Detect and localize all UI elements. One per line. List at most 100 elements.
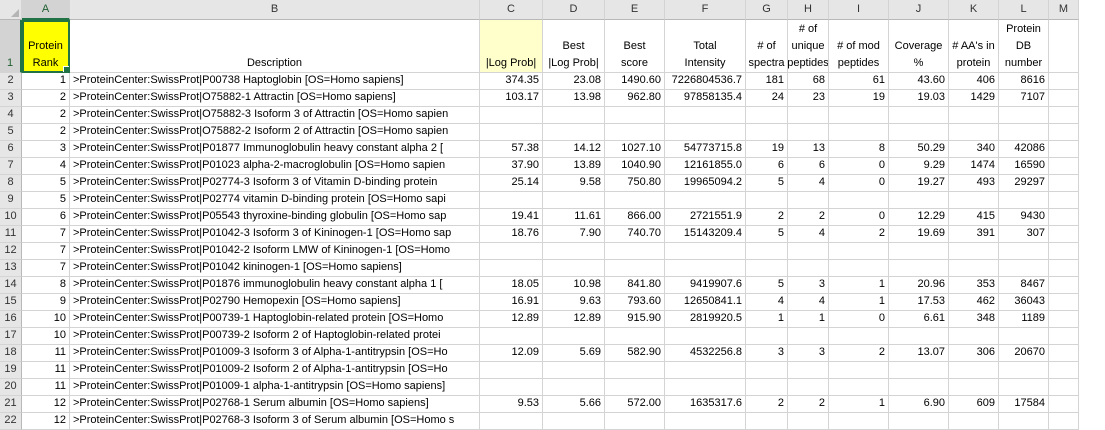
data-cell-i[interactable]: 61	[829, 73, 889, 90]
column-header-h[interactable]: H	[788, 0, 829, 20]
protein-rank-cell[interactable]: 5	[22, 192, 70, 209]
header-cell-l[interactable]: Protein DB number	[999, 20, 1049, 73]
data-cell-i[interactable]	[829, 107, 889, 124]
data-cell-c[interactable]	[480, 192, 543, 209]
row-header[interactable]: 19	[0, 362, 22, 379]
data-cell-l[interactable]	[999, 107, 1049, 124]
empty-cell-m[interactable]	[1049, 141, 1079, 158]
column-header-a[interactable]: A	[22, 0, 70, 20]
data-cell-k[interactable]	[949, 243, 999, 260]
data-cell-j[interactable]	[889, 192, 949, 209]
row-header[interactable]: 17	[0, 328, 22, 345]
column-header-b[interactable]: B	[70, 0, 480, 20]
data-cell-g[interactable]: 24	[746, 90, 788, 107]
data-cell-c[interactable]: 25.14	[480, 175, 543, 192]
data-cell-l[interactable]	[999, 260, 1049, 277]
data-cell-j[interactable]: 19.69	[889, 226, 949, 243]
protein-rank-cell[interactable]: 12	[22, 413, 70, 430]
data-cell-e[interactable]	[605, 362, 665, 379]
data-cell-g[interactable]: 181	[746, 73, 788, 90]
data-cell-l[interactable]	[999, 124, 1049, 141]
data-cell-h[interactable]	[788, 362, 829, 379]
data-cell-h[interactable]: 2	[788, 396, 829, 413]
data-cell-d[interactable]: 9.58	[543, 175, 605, 192]
data-cell-f[interactable]	[665, 107, 746, 124]
data-cell-c[interactable]: 12.09	[480, 345, 543, 362]
data-cell-d[interactable]	[543, 260, 605, 277]
data-cell-c[interactable]	[480, 243, 543, 260]
data-cell-j[interactable]: 43.60	[889, 73, 949, 90]
data-cell-c[interactable]: 37.90	[480, 158, 543, 175]
data-cell-i[interactable]	[829, 413, 889, 430]
data-cell-h[interactable]	[788, 124, 829, 141]
row-header[interactable]: 22	[0, 413, 22, 430]
data-cell-c[interactable]	[480, 379, 543, 396]
empty-cell-m[interactable]	[1049, 294, 1079, 311]
data-cell-i[interactable]: 1	[829, 277, 889, 294]
data-cell-h[interactable]	[788, 192, 829, 209]
empty-cell-m[interactable]	[1049, 158, 1079, 175]
column-header-f[interactable]: F	[665, 0, 746, 20]
data-cell-l[interactable]	[999, 243, 1049, 260]
data-cell-h[interactable]	[788, 328, 829, 345]
data-cell-l[interactable]: 17584	[999, 396, 1049, 413]
data-cell-g[interactable]: 4	[746, 294, 788, 311]
row-header[interactable]: 10	[0, 209, 22, 226]
data-cell-c[interactable]	[480, 328, 543, 345]
data-cell-k[interactable]	[949, 362, 999, 379]
data-cell-e[interactable]	[605, 260, 665, 277]
data-cell-k[interactable]	[949, 379, 999, 396]
empty-cell-m[interactable]	[1049, 379, 1079, 396]
data-cell-d[interactable]: 7.90	[543, 226, 605, 243]
column-header-c[interactable]: C	[480, 0, 543, 20]
data-cell-d[interactable]	[543, 328, 605, 345]
row-header-1[interactable]: 1	[0, 20, 22, 73]
data-cell-e[interactable]: 866.00	[605, 209, 665, 226]
protein-rank-cell[interactable]: 2	[22, 90, 70, 107]
header-cell-c[interactable]: |Log Prob|	[480, 20, 543, 73]
data-cell-h[interactable]	[788, 107, 829, 124]
data-cell-g[interactable]: 5	[746, 175, 788, 192]
empty-cell-m[interactable]	[1049, 226, 1079, 243]
description-cell[interactable]: >ProteinCenter:SwissProt|P02790 Hemopexi…	[70, 294, 480, 311]
data-cell-e[interactable]	[605, 328, 665, 345]
empty-cell-m[interactable]	[1049, 328, 1079, 345]
data-cell-l[interactable]: 8467	[999, 277, 1049, 294]
header-cell-h[interactable]: # of unique peptides	[788, 20, 829, 73]
data-cell-e[interactable]	[605, 413, 665, 430]
data-cell-h[interactable]: 23	[788, 90, 829, 107]
data-cell-c[interactable]: 18.05	[480, 277, 543, 294]
data-cell-l[interactable]	[999, 192, 1049, 209]
data-cell-e[interactable]	[605, 379, 665, 396]
data-cell-i[interactable]: 2	[829, 345, 889, 362]
row-header[interactable]: 3	[0, 90, 22, 107]
data-cell-i[interactable]: 1	[829, 294, 889, 311]
description-cell[interactable]: >ProteinCenter:SwissProt|O75882-1 Attrac…	[70, 90, 480, 107]
data-cell-j[interactable]	[889, 107, 949, 124]
data-cell-e[interactable]: 1040.90	[605, 158, 665, 175]
data-cell-l[interactable]: 1189	[999, 311, 1049, 328]
data-cell-g[interactable]: 2	[746, 209, 788, 226]
header-cell-i[interactable]: # of mod peptides	[829, 20, 889, 73]
data-cell-d[interactable]: 11.61	[543, 209, 605, 226]
column-header-d[interactable]: D	[543, 0, 605, 20]
data-cell-l[interactable]	[999, 362, 1049, 379]
data-cell-k[interactable]: 348	[949, 311, 999, 328]
description-cell[interactable]: >ProteinCenter:SwissProt|P01009-1 alpha-…	[70, 379, 480, 396]
header-cell-b[interactable]: Description	[70, 20, 480, 73]
header-cell-j[interactable]: Coverage%	[889, 20, 949, 73]
data-cell-j[interactable]: 19.03	[889, 90, 949, 107]
data-cell-j[interactable]: 19.27	[889, 175, 949, 192]
data-cell-c[interactable]	[480, 413, 543, 430]
data-cell-k[interactable]	[949, 413, 999, 430]
data-cell-c[interactable]	[480, 260, 543, 277]
data-cell-f[interactable]: 7226804536.7	[665, 73, 746, 90]
row-header[interactable]: 16	[0, 311, 22, 328]
empty-cell-m[interactable]	[1049, 413, 1079, 430]
data-cell-d[interactable]: 5.66	[543, 396, 605, 413]
data-cell-g[interactable]: 6	[746, 158, 788, 175]
description-cell[interactable]: >ProteinCenter:SwissProt|P02768-3 Isofor…	[70, 413, 480, 430]
empty-cell-m[interactable]	[1049, 362, 1079, 379]
column-header-i[interactable]: I	[829, 0, 889, 20]
protein-rank-cell[interactable]: 10	[22, 328, 70, 345]
